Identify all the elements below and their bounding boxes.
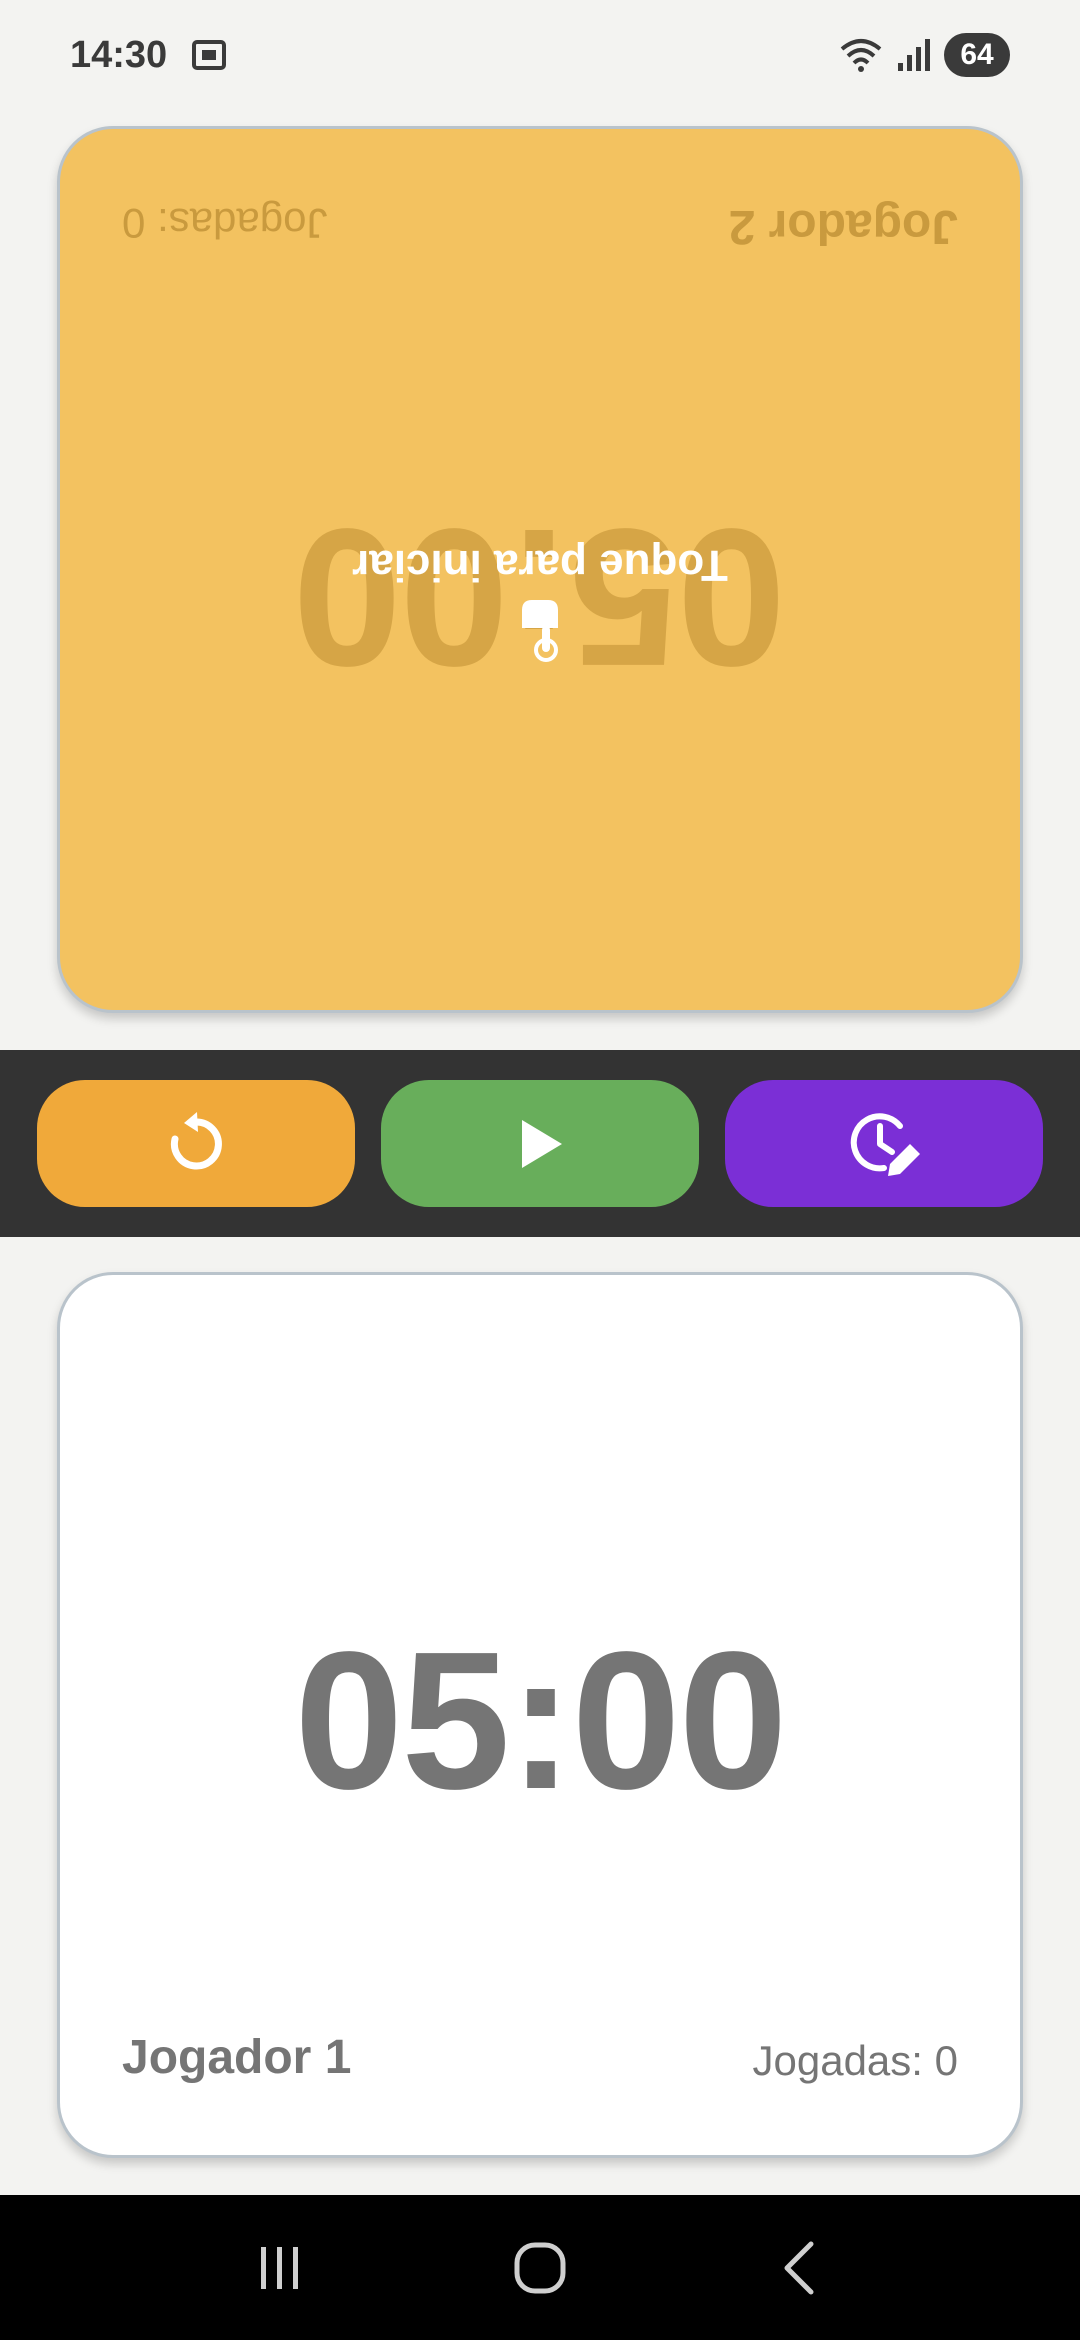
control-bar: [0, 1050, 1080, 1237]
recent-apps-icon: [261, 2246, 298, 2289]
home-icon: [514, 2242, 566, 2293]
player2-panel[interactable]: 05:00 Jogador 2 Jogadas: 0 Toque para in…: [57, 126, 1023, 1013]
player2-name: Jogador 2: [728, 200, 958, 253]
play-icon: [522, 1119, 562, 1168]
recent-apps-button[interactable]: [240, 2233, 320, 2303]
reset-icon: [170, 1111, 222, 1169]
player1-name: Jogador 1: [122, 2031, 352, 2084]
navigation-bar: [0, 2195, 1080, 2340]
player1-timer: 05:00: [294, 1611, 787, 1830]
status-bar: 14:30 64: [0, 0, 1080, 110]
tap-to-start-label: Toque para iniciar: [352, 541, 728, 590]
reset-button[interactable]: [37, 1080, 355, 1207]
time-settings-button[interactable]: [725, 1080, 1043, 1207]
clock-edit-icon: [850, 1112, 920, 1176]
status-time: 14:30: [70, 33, 168, 76]
screen: 14:30 64 05:00 Jogador 2 Jogadas: 0 Toqu…: [0, 0, 1080, 2340]
tap-hand-icon: [522, 600, 558, 662]
tap-to-start-hint: Toque para iniciar: [60, 540, 1020, 662]
play-button[interactable]: [381, 1080, 699, 1207]
back-icon: [784, 2241, 814, 2294]
wifi-icon: [840, 39, 882, 72]
battery-indicator: 64: [944, 33, 1010, 77]
back-button[interactable]: [760, 2233, 840, 2303]
home-button[interactable]: [500, 2233, 580, 2303]
screenshot-icon: [192, 40, 227, 70]
player1-panel[interactable]: 05:00 Jogador 1 Jogadas: 0: [57, 1272, 1023, 2158]
signal-icon: [898, 39, 930, 71]
player1-moves: Jogadas: 0: [752, 2037, 959, 2084]
player2-moves: Jogadas: 0: [122, 200, 328, 247]
